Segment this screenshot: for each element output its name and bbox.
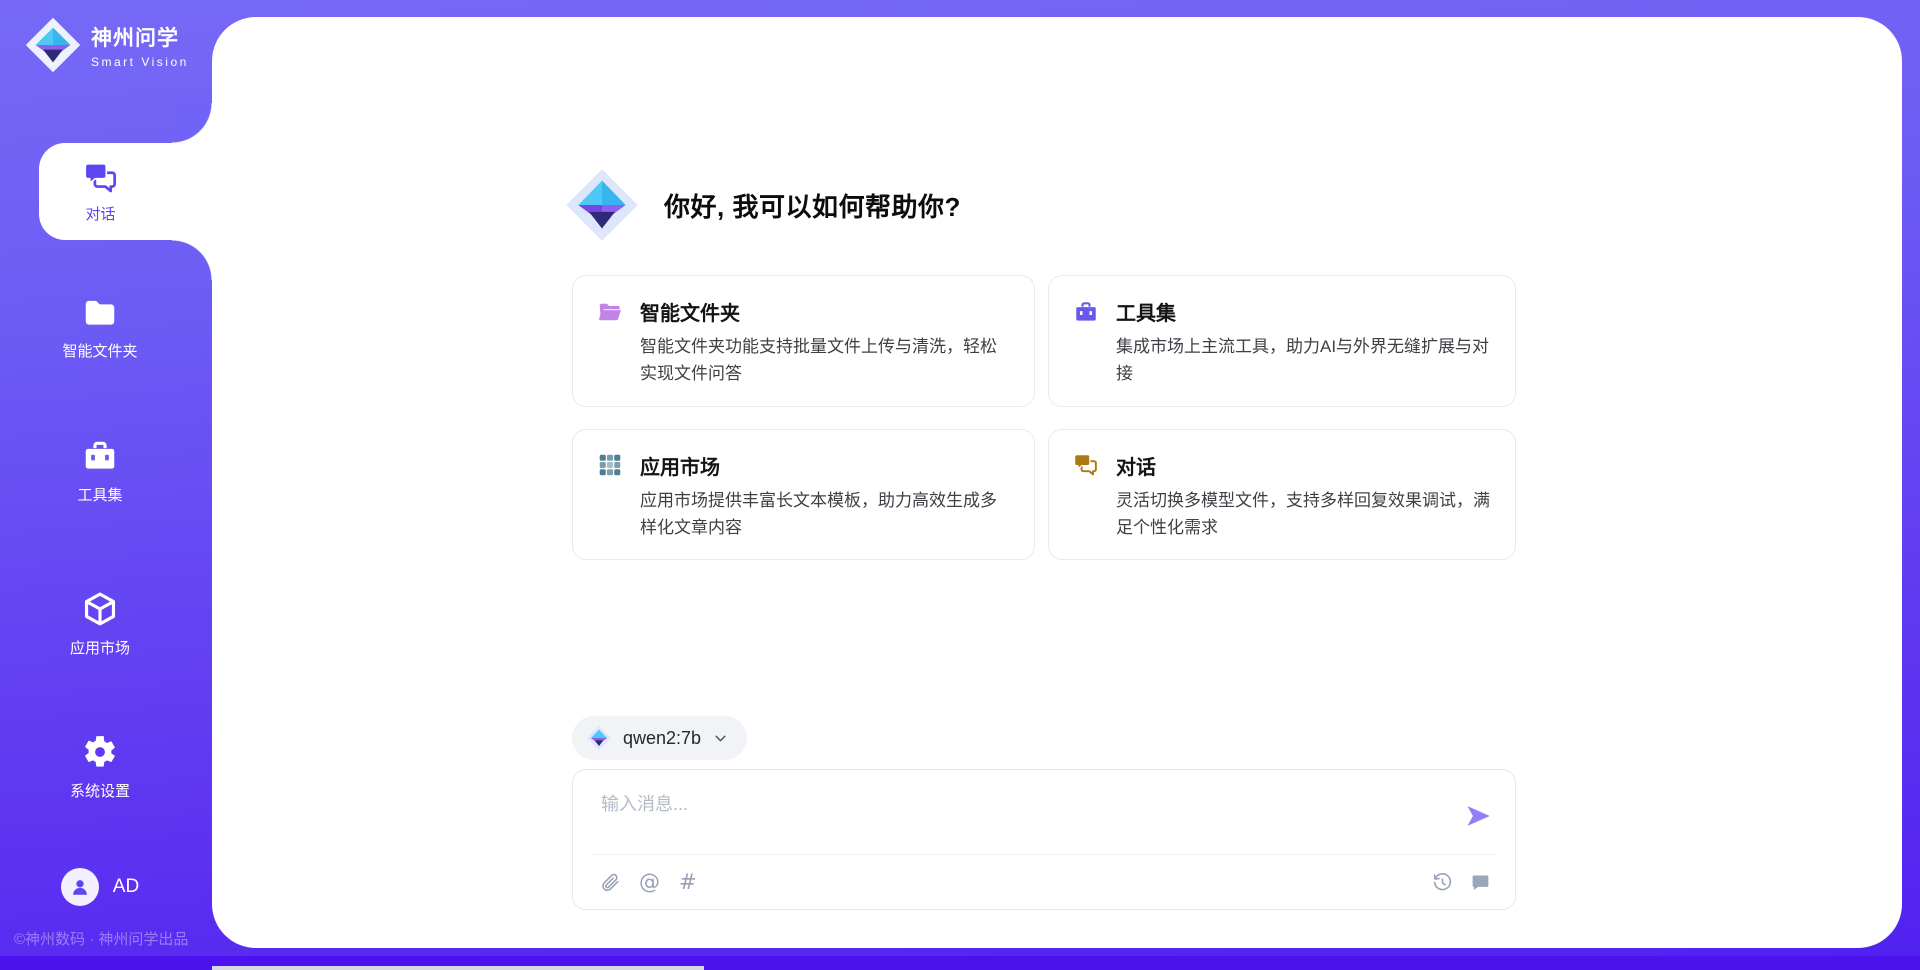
mention-button[interactable]: @	[639, 872, 660, 893]
briefcase-icon	[1073, 299, 1099, 325]
sidebar-item-toolbox[interactable]: 工具集	[0, 437, 200, 505]
send-button[interactable]	[1463, 802, 1493, 832]
card-smart-folder[interactable]: 智能文件夹 智能文件夹功能支持批量文件上传与清洗，轻松实现文件问答	[572, 275, 1035, 407]
sidebar-item-chat[interactable]: 对话	[39, 143, 212, 240]
brand-subtitle: Smart Vision	[91, 55, 189, 69]
sidebar: 神州问学 Smart Vision 对话 智能文件夹	[0, 0, 212, 970]
sidebar-item-label: 工具集	[77, 484, 122, 505]
grid-icon	[597, 452, 623, 478]
user-initials: AD	[113, 876, 139, 898]
at-icon: @	[639, 872, 660, 893]
sidebar-item-label: 智能文件夹	[62, 340, 137, 361]
brand-diamond-icon	[24, 16, 82, 74]
gear-icon	[81, 733, 119, 771]
card-title: 应用市场	[640, 451, 720, 480]
brand-logo: 神州问学 Smart Vision	[24, 16, 189, 74]
attach-button[interactable]	[599, 872, 620, 893]
message-input[interactable]	[601, 790, 1401, 846]
active-tab-fillet-top	[172, 103, 212, 143]
model-selector[interactable]: qwen2:7b	[572, 716, 747, 760]
person-icon	[69, 876, 91, 898]
card-chat[interactable]: 对话 灵活切换多模型文件，支持多样回复效果调试，满足个性化需求	[1048, 429, 1516, 561]
card-toolbox[interactable]: 工具集 集成市场上主流工具，助力AI与外界无缝扩展与对接	[1048, 275, 1516, 407]
sidebar-item-smart-folder[interactable]: 智能文件夹	[0, 293, 200, 361]
feedback-button[interactable]	[1470, 872, 1491, 893]
sidebar-item-label: 应用市场	[70, 637, 130, 658]
chat-filled-icon	[1470, 872, 1491, 893]
greeting-title: 你好, 我可以如何帮助你?	[664, 187, 961, 224]
toolbox-icon	[81, 437, 119, 475]
paperclip-icon	[599, 872, 620, 893]
main-panel: 你好, 我可以如何帮助你? 智能文件夹 智能文件夹功能支持批量文件上传与清洗，轻…	[212, 17, 1902, 948]
brand-name: 神州问学	[91, 22, 189, 52]
card-description: 智能文件夹功能支持批量文件上传与清洗，轻松实现文件问答	[640, 334, 1010, 388]
assistant-logo-icon	[564, 167, 640, 243]
card-description: 集成市场上主流工具，助力AI与外界无缝扩展与对接	[1116, 334, 1491, 388]
user-profile[interactable]: AD	[0, 868, 200, 906]
history-icon	[1432, 872, 1453, 893]
card-description: 灵活切换多模型文件，支持多样回复效果调试，满足个性化需求	[1116, 488, 1491, 542]
feature-cards: 智能文件夹 智能文件夹功能支持批量文件上传与清洗，轻松实现文件问答 工具集 集成…	[572, 275, 1516, 560]
card-description: 应用市场提供丰富长文本模板，助力高效生成多样化文章内容	[640, 488, 1010, 542]
card-app-market[interactable]: 应用市场 应用市场提供丰富长文本模板，助力高效生成多样化文章内容	[572, 429, 1035, 561]
scrollbar-track[interactable]	[212, 966, 704, 970]
sidebar-item-app-market[interactable]: 应用市场	[0, 590, 200, 658]
sidebar-item-label: 对话	[85, 203, 115, 224]
model-name: qwen2:7b	[623, 728, 701, 749]
sidebar-item-settings[interactable]: 系统设置	[0, 733, 200, 801]
sidebar-item-label: 系统设置	[70, 780, 130, 801]
cube-icon	[81, 590, 119, 628]
folder-icon	[81, 293, 119, 331]
card-title: 工具集	[1116, 297, 1176, 326]
chat-bubbles-icon	[1073, 452, 1099, 478]
topic-button[interactable]: #	[679, 872, 697, 893]
chevron-down-icon	[712, 730, 729, 747]
greeting-block: 你好, 我可以如何帮助你?	[564, 167, 961, 243]
avatar	[61, 868, 99, 906]
model-logo-icon	[586, 725, 612, 751]
hash-icon: #	[679, 872, 697, 893]
card-title: 智能文件夹	[640, 297, 740, 326]
send-arrow-icon	[1464, 802, 1492, 830]
copyright-text: ©神州数码 · 神州问学出品	[14, 928, 188, 949]
card-title: 对话	[1116, 451, 1156, 480]
app-window: 神州问学 Smart Vision 对话 智能文件夹	[0, 0, 1920, 970]
chat-bubbles-icon	[83, 160, 119, 196]
active-tab-fillet-bottom	[172, 240, 212, 280]
folder-open-icon	[597, 299, 623, 325]
history-button[interactable]	[1432, 872, 1453, 893]
message-composer: @ #	[572, 769, 1516, 910]
